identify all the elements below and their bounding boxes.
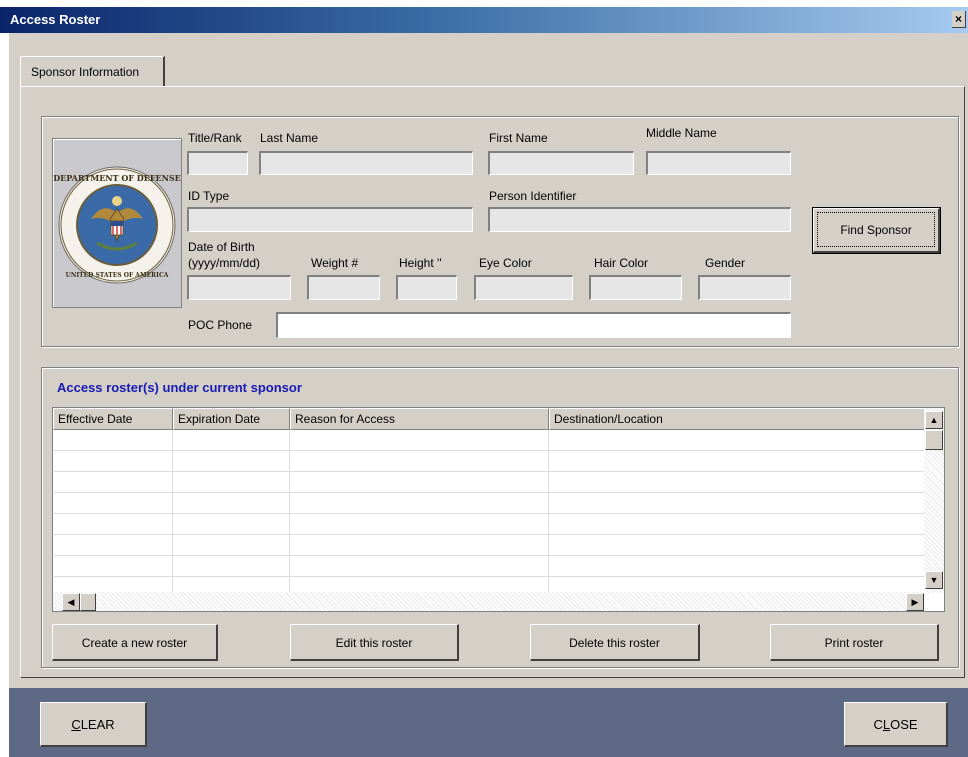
hair-color-label: Hair Color xyxy=(594,256,649,270)
gender-field[interactable] xyxy=(698,275,791,300)
table-row[interactable] xyxy=(54,556,924,577)
roster-table[interactable]: Effective Date Expiration Date Reason fo… xyxy=(52,407,945,612)
person-identifier-field[interactable] xyxy=(488,207,791,232)
weight-field[interactable] xyxy=(307,275,380,300)
close-button[interactable]: CLOSE xyxy=(844,702,948,747)
close-accelerator: L xyxy=(882,717,891,732)
column-header-destination-location[interactable]: Destination/Location xyxy=(549,408,926,430)
vertical-scrollbar[interactable]: ▲ ▼ xyxy=(924,408,944,593)
table-row[interactable] xyxy=(54,514,924,535)
dept-of-defense-seal-icon: DEPARTMENT OF DEFENSE UNITED STATES OF A… xyxy=(52,138,182,308)
horizontal-scroll-thumb[interactable] xyxy=(80,593,96,611)
middle-name-field[interactable] xyxy=(646,151,791,175)
eye-color-field[interactable] xyxy=(474,275,573,300)
first-name-label: First Name xyxy=(489,131,548,145)
seal-ring-top-text: DEPARTMENT OF DEFENSE xyxy=(53,173,181,183)
dob-label-line2: (yyyy/mm/dd) xyxy=(188,256,260,270)
title-rank-label: Title/Rank xyxy=(188,131,242,145)
column-header-effective-date[interactable]: Effective Date xyxy=(53,408,173,430)
weight-label: Weight # xyxy=(311,256,359,270)
close-prefix: C xyxy=(873,717,883,732)
scroll-up-icon[interactable]: ▲ xyxy=(925,411,943,429)
clear-accelerator: C xyxy=(71,717,81,732)
hair-color-field[interactable] xyxy=(589,275,682,300)
close-window-icon[interactable]: × xyxy=(952,11,966,28)
column-header-expiration-date[interactable]: Expiration Date xyxy=(173,408,290,430)
window-title: Access Roster xyxy=(10,12,101,27)
table-row[interactable] xyxy=(54,493,924,514)
person-identifier-label: Person Identifier xyxy=(489,189,577,203)
table-row[interactable] xyxy=(54,472,924,493)
close-rest: OSE xyxy=(890,717,918,732)
height-field[interactable] xyxy=(396,275,457,300)
horizontal-scrollbar[interactable]: ◀ ▶ xyxy=(53,592,925,611)
table-row[interactable] xyxy=(54,430,924,451)
eye-color-label: Eye Color xyxy=(479,256,532,270)
first-name-field[interactable] xyxy=(488,151,634,175)
roster-heading: Access roster(s) under current sponsor xyxy=(57,380,302,395)
poc-phone-label: POC Phone xyxy=(188,318,253,332)
poc-phone-field[interactable] xyxy=(276,312,791,338)
dob-field[interactable] xyxy=(187,275,291,300)
middle-name-label: Middle Name xyxy=(646,126,717,140)
height-label: Height '' xyxy=(399,256,442,270)
title-rank-field[interactable] xyxy=(187,151,248,175)
find-sponsor-button[interactable]: Find Sponsor xyxy=(812,207,941,254)
edit-roster-button[interactable]: Edit this roster xyxy=(290,624,459,661)
clear-rest: LEAR xyxy=(80,717,115,732)
dob-label-line1: Date of Birth xyxy=(188,240,255,254)
delete-roster-button[interactable]: Delete this roster xyxy=(530,624,700,661)
tab-label: Sponsor Information xyxy=(31,65,140,79)
vertical-scroll-thumb[interactable] xyxy=(925,430,943,450)
table-row[interactable] xyxy=(54,535,924,556)
last-name-label: Last Name xyxy=(260,131,319,145)
seal-ring-bottom-text: UNITED STATES OF AMERICA xyxy=(66,272,169,279)
find-sponsor-label: Find Sponsor xyxy=(817,212,935,247)
column-header-reason-for-access[interactable]: Reason for Access xyxy=(290,408,549,430)
tab-sponsor-information[interactable]: Sponsor Information xyxy=(20,56,165,86)
clear-button[interactable]: CLEAR xyxy=(40,702,147,747)
bottom-bar xyxy=(9,688,968,757)
scroll-left-icon[interactable]: ◀ xyxy=(62,593,80,611)
id-type-field[interactable] xyxy=(187,207,473,232)
id-type-label: ID Type xyxy=(188,189,230,203)
gender-label: Gender xyxy=(705,256,746,270)
create-roster-button[interactable]: Create a new roster xyxy=(52,624,218,661)
table-row[interactable] xyxy=(54,451,924,472)
print-roster-button[interactable]: Print roster xyxy=(770,624,939,661)
scroll-right-icon[interactable]: ▶ xyxy=(906,593,924,611)
scroll-down-icon[interactable]: ▼ xyxy=(925,571,943,589)
window-title-bar: Access Roster × xyxy=(0,7,968,33)
last-name-field[interactable] xyxy=(259,151,473,175)
